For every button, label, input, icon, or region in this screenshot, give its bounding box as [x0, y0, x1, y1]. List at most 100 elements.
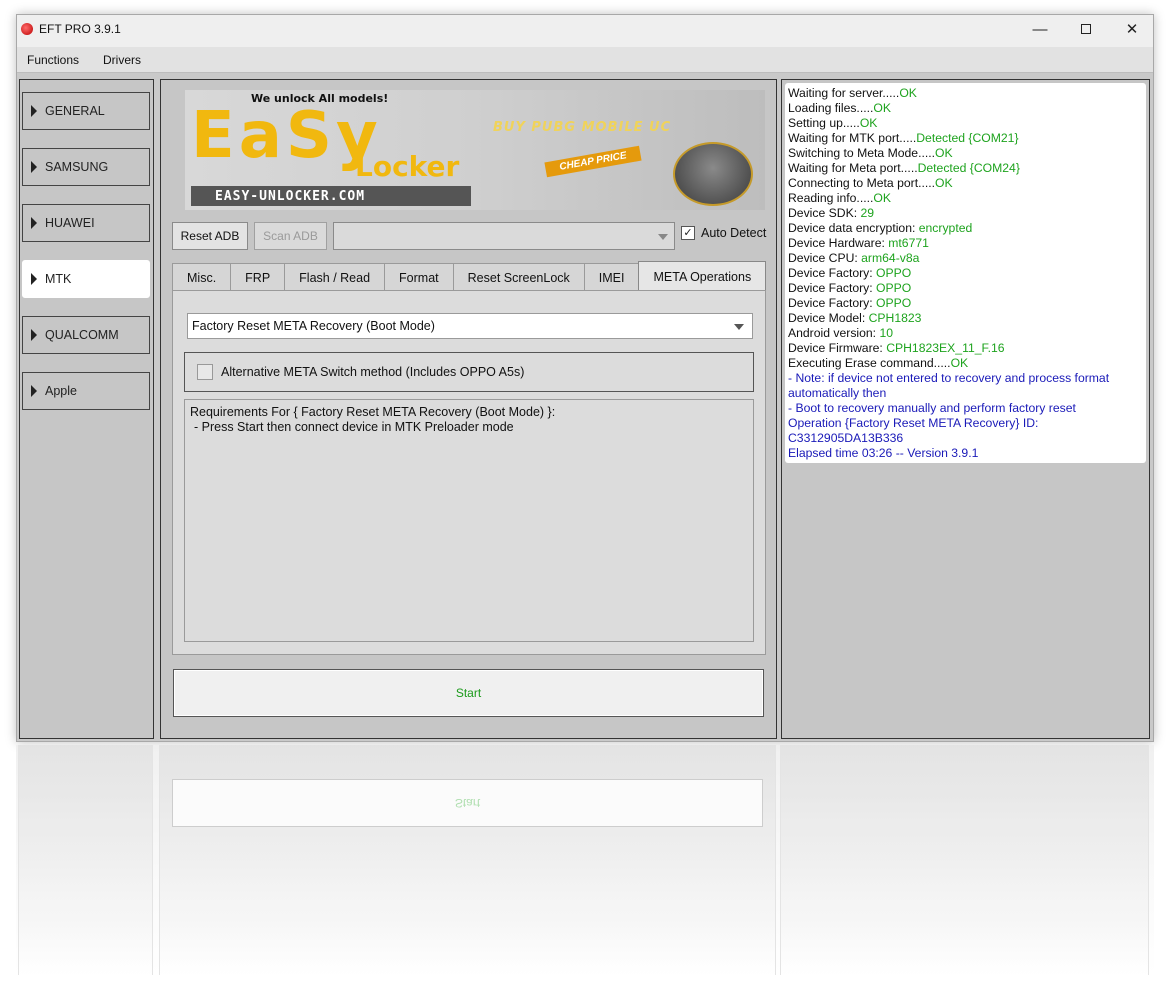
sidebar-item-huawei[interactable]: HUAWEI: [22, 204, 150, 242]
log-line-label: Switching to Meta Mode.....: [788, 146, 935, 160]
log-note: Elapsed time 03:26 -- Version 3.9.1: [788, 446, 979, 460]
log-line: Device Model: CPH1823: [788, 311, 1143, 326]
log-line-label: Device Hardware:: [788, 236, 889, 250]
log-line-value: CPH1823EX_11_F.16: [886, 341, 1005, 355]
log-line: Device Firmware: CPH1823EX_11_F.16: [788, 341, 1143, 356]
log-note: Operation {Factory Reset META Recovery} …: [788, 416, 1039, 445]
log-line-value: arm64-v8a: [861, 251, 920, 265]
minimize-button[interactable]: —: [1017, 15, 1063, 43]
promo-banner[interactable]: EaSy We unlock All models! Locker EASY-U…: [185, 90, 765, 210]
log-line: Device Factory: OPPO: [788, 266, 1143, 281]
log-line-label: Android version:: [788, 326, 880, 340]
log-line-value: OK: [950, 356, 969, 370]
log-line-label: Device Factory:: [788, 266, 877, 280]
tab-frp[interactable]: FRP: [230, 263, 286, 291]
reflection-log: [780, 745, 1149, 975]
triangle-right-icon: [31, 105, 37, 117]
window-title: EFT PRO 3.9.1: [39, 22, 121, 36]
sidebar-item-qualcomm[interactable]: QUALCOMM: [22, 316, 150, 354]
sidebar-item-label: HUAWEI: [45, 216, 95, 230]
log-line-label: Device Firmware:: [788, 341, 887, 355]
log-line-label: Waiting for MTK port.....: [788, 131, 917, 145]
log-line-label: Waiting for server.....: [788, 86, 900, 100]
tab-format[interactable]: Format: [384, 263, 454, 291]
log-line: Android version: 10: [788, 326, 1143, 341]
log-line: Device data encryption: encrypted: [788, 221, 1143, 236]
banner-logo-main: EaSy: [191, 99, 382, 173]
sidebar-item-samsung[interactable]: SAMSUNG: [22, 148, 150, 186]
log-line: Device Factory: OPPO: [788, 281, 1143, 296]
operation-select[interactable]: Factory Reset META Recovery (Boot Mode): [187, 313, 753, 339]
alt-switch-group[interactable]: Alternative META Switch method (Includes…: [184, 352, 754, 392]
log-line: Waiting for Meta port.....Detected {COM2…: [788, 161, 1143, 176]
tab-imei[interactable]: IMEI: [583, 263, 640, 291]
alt-switch-checkbox[interactable]: [197, 364, 213, 380]
log-line-label: Device data encryption:: [788, 221, 919, 235]
log-note: - Note: if device not entered to recover…: [788, 371, 1110, 400]
pubg-badge-icon: [673, 142, 753, 206]
sidebar-item-label: QUALCOMM: [45, 328, 119, 342]
chevron-down-icon: [658, 234, 668, 240]
log-line-label: Reading info.....: [788, 191, 874, 205]
start-button[interactable]: Start: [173, 669, 764, 717]
scan-adb-button[interactable]: Scan ADB: [254, 222, 327, 250]
log-line-value: OK: [899, 86, 917, 100]
log-line: Waiting for server.....OK: [788, 86, 1143, 101]
reflection-start-button: Start: [172, 779, 763, 827]
log-line-value: OK: [935, 146, 953, 160]
meta-operations-panel: Factory Reset META Recovery (Boot Mode) …: [172, 290, 766, 655]
sidebar: GENERAL SAMSUNG HUAWEI MTK QUALCOMM Appl…: [19, 79, 154, 739]
sidebar-item-general[interactable]: GENERAL: [22, 92, 150, 130]
sidebar-item-mtk[interactable]: MTK: [22, 260, 150, 298]
app-icon: [21, 23, 33, 35]
banner-tagline: We unlock All models!: [251, 92, 389, 105]
log-line-value: OPPO: [876, 296, 912, 310]
triangle-right-icon: [31, 385, 37, 397]
tab-flash-read[interactable]: Flash / Read: [284, 263, 386, 291]
auto-detect-toggle[interactable]: ✓ Auto Detect: [681, 226, 766, 240]
alt-switch-label: Alternative META Switch method (Includes…: [221, 365, 525, 379]
log-line-value: OPPO: [876, 281, 912, 295]
log-line: Device Hardware: mt6771: [788, 236, 1143, 251]
log-line-value: Detected {COM24}: [917, 161, 1020, 175]
requirements-step: - Press Start then connect device in MTK…: [194, 420, 514, 434]
requirements-box: Requirements For { Factory Reset META Re…: [184, 399, 754, 642]
log-line: Device SDK: 29: [788, 206, 1143, 221]
triangle-right-icon: [31, 273, 37, 285]
banner-site: EASY-UNLOCKER.COM: [191, 186, 471, 206]
main-panel: EaSy We unlock All models! Locker EASY-U…: [160, 79, 777, 739]
log-line-label: Device Model:: [788, 311, 869, 325]
menu-functions[interactable]: Functions: [27, 53, 79, 67]
title-bar: EFT PRO 3.9.1 — ✕: [17, 15, 1153, 47]
log-output[interactable]: Waiting for server.....OK Loading files..…: [785, 83, 1146, 463]
maximize-button[interactable]: [1063, 15, 1109, 43]
log-line-value: OK: [935, 176, 953, 190]
log-line-value: OPPO: [876, 266, 912, 280]
window-reflection: Start: [16, 745, 1154, 975]
log-line-label: Device Factory:: [788, 281, 877, 295]
tab-reset-screenlock[interactable]: Reset ScreenLock: [452, 263, 585, 291]
sidebar-item-apple[interactable]: Apple: [22, 372, 150, 410]
log-line-label: Connecting to Meta port.....: [788, 176, 936, 190]
log-line: Connecting to Meta port.....OK: [788, 176, 1143, 191]
port-select[interactable]: [333, 222, 675, 250]
log-line-label: Executing Erase command.....: [788, 356, 951, 370]
reset-adb-button[interactable]: Reset ADB: [172, 222, 248, 250]
menu-bar: Functions Drivers: [17, 47, 1153, 73]
log-line-value: CPH1823: [868, 311, 922, 325]
sidebar-item-label: SAMSUNG: [45, 160, 109, 174]
log-panel: Waiting for server.....OK Loading files..…: [781, 79, 1150, 739]
log-line-value: mt6771: [888, 236, 929, 250]
banner-promo: BUY PUBG MOBILE UC: [493, 120, 672, 135]
menu-drivers[interactable]: Drivers: [103, 53, 141, 67]
log-line: Setting up.....OK: [788, 116, 1143, 131]
auto-detect-checkbox[interactable]: ✓: [681, 226, 695, 240]
close-button[interactable]: ✕: [1109, 15, 1155, 43]
triangle-right-icon: [31, 329, 37, 341]
banner-price-tag: CHEAP PRICE: [544, 145, 642, 178]
log-line: Waiting for MTK port.....Detected {COM21…: [788, 131, 1143, 146]
log-line-label: Loading files.....: [788, 101, 874, 115]
tab-misc[interactable]: Misc.: [172, 263, 232, 291]
sidebar-item-label: GENERAL: [45, 104, 105, 118]
tab-meta-operations[interactable]: META Operations: [638, 261, 767, 291]
